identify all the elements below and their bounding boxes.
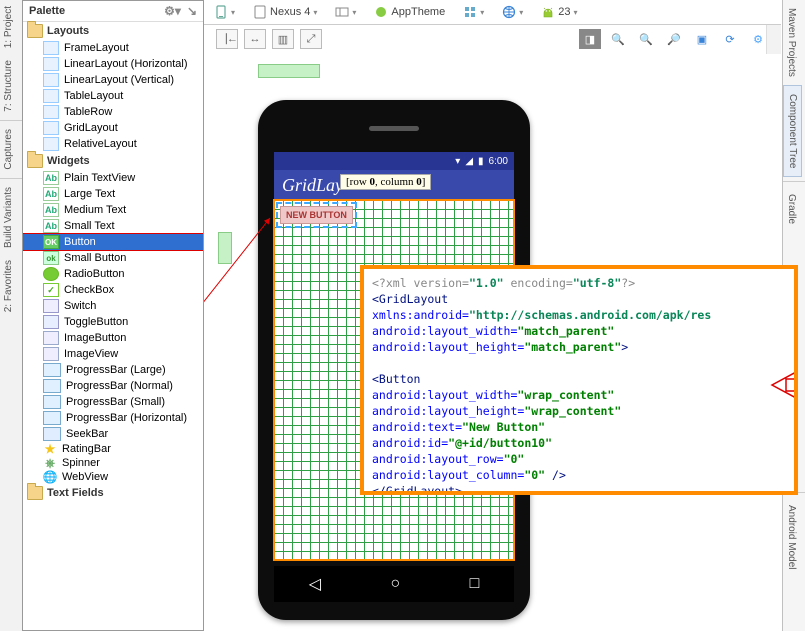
home-icon[interactable]: ○ — [390, 575, 400, 593]
xml-code-overlay: <?xml version="1.0" encoding="utf-8"?> <… — [360, 265, 798, 495]
item-largetext[interactable]: AbLarge Text — [23, 186, 203, 202]
item-relativelayout[interactable]: RelativeLayout — [23, 136, 203, 152]
item-radiobutton[interactable]: RadioButton — [23, 266, 203, 282]
group-widgets[interactable]: Widgets — [23, 152, 203, 170]
gutter-tab-favorites[interactable]: 2: Favorites — [0, 254, 17, 318]
item-webview[interactable]: 🌐WebView — [23, 470, 203, 484]
theme-picker[interactable]: AppTheme — [370, 3, 449, 21]
locale-picker[interactable]: ▾ — [498, 3, 527, 21]
ruler-vertical — [218, 232, 232, 264]
item-linearlayout-h[interactable]: LinearLayout (Horizontal) — [23, 56, 203, 72]
zoom-in-icon[interactable]: 🔍 — [635, 29, 657, 49]
design-config-bar: ▾ Nexus 4▾ ▾ AppTheme ▾ ▾ 23▾ — [204, 0, 781, 25]
speaker-icon — [369, 126, 419, 131]
item-smallbutton[interactable]: okSmall Button — [23, 250, 203, 266]
item-checkbox[interactable]: CheckBox — [23, 282, 203, 298]
item-togglebutton[interactable]: ToggleButton — [23, 314, 203, 330]
refresh-icon[interactable]: ⟳ — [719, 29, 741, 49]
rail-tab-component-tree[interactable]: Component Tree — [783, 85, 802, 178]
gutter-tab-build[interactable]: Build Variants — [0, 181, 17, 254]
align-left-icon[interactable]: ⎹← — [216, 29, 238, 49]
activity-picker[interactable]: ▾ — [459, 3, 488, 21]
item-plaintextview[interactable]: AbPlain TextView — [23, 170, 203, 186]
battery-icon: ▮ — [478, 156, 484, 167]
gutter-tab-structure[interactable]: 7: Structure — [0, 54, 17, 118]
rail-tab-maven[interactable]: Maven Projects — [783, 0, 800, 85]
item-gridlayout[interactable]: GridLayout — [23, 120, 203, 136]
device-picker[interactable]: Nexus 4▾ — [249, 3, 321, 21]
wifi-icon: ▾ — [455, 156, 460, 167]
design-view-icon[interactable]: ◨ — [579, 29, 601, 49]
gutter-tab-captures[interactable]: Captures — [0, 123, 17, 176]
item-spinner[interactable]: ⎈Spinner — [23, 456, 203, 470]
item-smalltext[interactable]: AbSmall Text — [23, 218, 203, 234]
palette-panel: Palette ⚙▾ ↘ Layouts FrameLayout LinearL… — [22, 0, 204, 631]
item-imageview[interactable]: ImageView — [23, 346, 203, 362]
item-button[interactable]: OKButton — [23, 234, 203, 250]
columns-icon[interactable]: ▥ — [272, 29, 294, 49]
design-view-bar: ⎹← ↔ ▥ ⤢ ◨ 🔍 🔍 🔎 ▣ ⟳ ⚙ — [204, 25, 781, 53]
ruler-horizontal — [258, 64, 320, 78]
new-button-widget[interactable]: NEW BUTTON — [280, 206, 353, 224]
arrow-icon[interactable]: ↘ — [187, 4, 197, 18]
gutter-tab-project[interactable]: 1: Project — [0, 0, 17, 54]
item-tablerow[interactable]: TableRow — [23, 104, 203, 120]
status-bar: ▾ ◢ ▮ 6:00 — [274, 152, 514, 170]
item-seekbar[interactable]: SeekBar — [23, 426, 203, 442]
zoom-out-icon[interactable]: 🔎 — [663, 29, 685, 49]
item-mediumtext[interactable]: AbMedium Text — [23, 202, 203, 218]
palette-tree: Layouts FrameLayout LinearLayout (Horizo… — [23, 22, 203, 502]
left-tool-gutter: 1: Project 7: Structure Captures Build V… — [0, 0, 23, 631]
item-progressbar-small[interactable]: ProgressBar (Small) — [23, 394, 203, 410]
orientation-button[interactable]: ▾ — [210, 3, 239, 21]
palette-header: Palette ⚙▾ ↘ — [23, 1, 203, 22]
drop-tooltip: [row 0, column 0] — [340, 174, 431, 190]
layout-variant-button[interactable]: ▾ — [331, 3, 360, 21]
item-progressbar-large[interactable]: ProgressBar (Large) — [23, 362, 203, 378]
app-title: GridLay — [282, 175, 343, 196]
item-linearlayout-v[interactable]: LinearLayout (Vertical) — [23, 72, 203, 88]
palette-title: Palette — [29, 5, 65, 17]
gear-icon[interactable]: ⚙▾ — [164, 4, 181, 18]
app-bar: GridLay [row 0, column 0] — [274, 170, 514, 200]
back-icon[interactable]: ◁ — [309, 574, 321, 594]
group-layouts[interactable]: Layouts — [23, 22, 203, 40]
item-ratingbar[interactable]: ★RatingBar — [23, 442, 203, 456]
rail-tab-android-model[interactable]: Android Model — [783, 497, 800, 577]
android-nav-bar: ◁ ○ □ — [274, 566, 514, 602]
item-imagebutton[interactable]: ImageButton — [23, 330, 203, 346]
api-picker[interactable]: 23▾ — [537, 3, 581, 21]
expand-icon[interactable]: ⤢ — [300, 29, 322, 49]
selection-outline[interactable]: NEW BUTTON — [276, 202, 357, 228]
item-progressbar-normal[interactable]: ProgressBar (Normal) — [23, 378, 203, 394]
item-progressbar-horizontal[interactable]: ProgressBar (Horizontal) — [23, 410, 203, 426]
recents-icon[interactable]: □ — [470, 575, 480, 593]
zoom-fit-icon[interactable]: 🔍 — [607, 29, 629, 49]
item-tablelayout[interactable]: TableLayout — [23, 88, 203, 104]
align-center-icon[interactable]: ↔ — [244, 29, 266, 49]
item-framelayout[interactable]: FrameLayout — [23, 40, 203, 56]
clock-text: 6:00 — [489, 156, 508, 167]
group-textfields[interactable]: Text Fields — [23, 484, 203, 502]
item-switch[interactable]: Switch — [23, 298, 203, 314]
callout-arrow-icon — [756, 365, 798, 405]
signal-icon: ◢ — [465, 156, 473, 167]
rail-tab-gradle[interactable]: Gradle — [783, 186, 800, 232]
fit-screen-icon[interactable]: ▣ — [691, 29, 713, 49]
